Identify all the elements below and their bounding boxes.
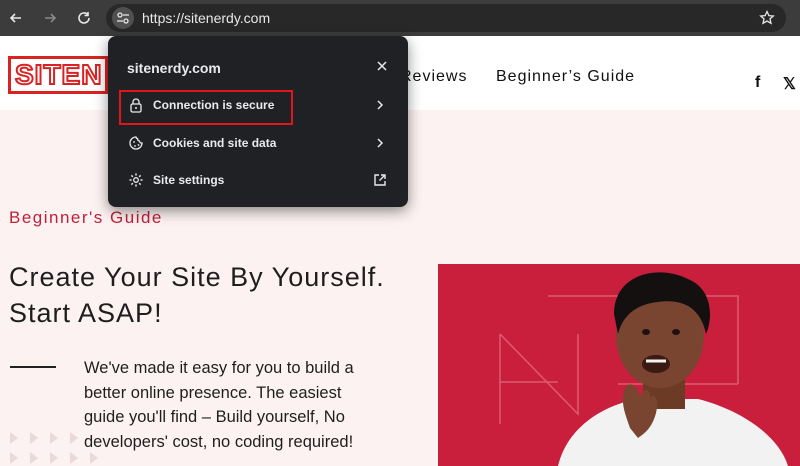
back-arrow-icon[interactable] (4, 6, 28, 30)
nav-link-beginners-guide[interactable]: Beginner’s Guide (496, 68, 635, 86)
site-settings-item[interactable]: Site settings (108, 162, 408, 198)
close-icon[interactable] (374, 58, 390, 74)
cookies-site-data-item[interactable]: Cookies and site data (108, 125, 408, 161)
highlight-box (119, 90, 293, 125)
hero-description: We've made it easy for you to build a be… (84, 359, 354, 451)
hero-illustration (438, 264, 800, 466)
twitter-icon[interactable]: 𝕏 (783, 74, 796, 94)
site-logo[interactable]: SITEN (8, 56, 108, 94)
tune-icon[interactable] (112, 7, 134, 29)
site-settings-label: Site settings (153, 173, 225, 187)
popup-title: sitenerdy.com (127, 60, 221, 76)
hero-title: Create Your Site By Yourself. Start ASAP… (9, 262, 385, 328)
reload-icon[interactable] (72, 6, 96, 30)
star-icon[interactable] (758, 9, 776, 27)
hero-image (438, 264, 800, 466)
divider (10, 366, 56, 368)
forward-arrow-icon[interactable] (38, 6, 62, 30)
category-label[interactable]: Beginner's Guide (9, 208, 163, 228)
external-link-icon (372, 172, 388, 188)
gear-icon (128, 172, 144, 188)
logo-text: SITEN (14, 59, 103, 91)
facebook-icon[interactable]: f (755, 74, 760, 92)
nav-link-reviews[interactable]: Reviews (400, 68, 467, 86)
browser-toolbar: https://sitenerdy.com (0, 0, 800, 36)
address-bar[interactable]: https://sitenerdy.com (106, 4, 786, 32)
cookie-icon (128, 135, 144, 151)
chevron-right-icon (372, 97, 388, 113)
url-text[interactable]: https://sitenerdy.com (142, 10, 270, 26)
chevron-right-icon (372, 135, 388, 151)
cookies-site-data-label: Cookies and site data (153, 136, 277, 150)
decorative-pattern (10, 432, 98, 464)
